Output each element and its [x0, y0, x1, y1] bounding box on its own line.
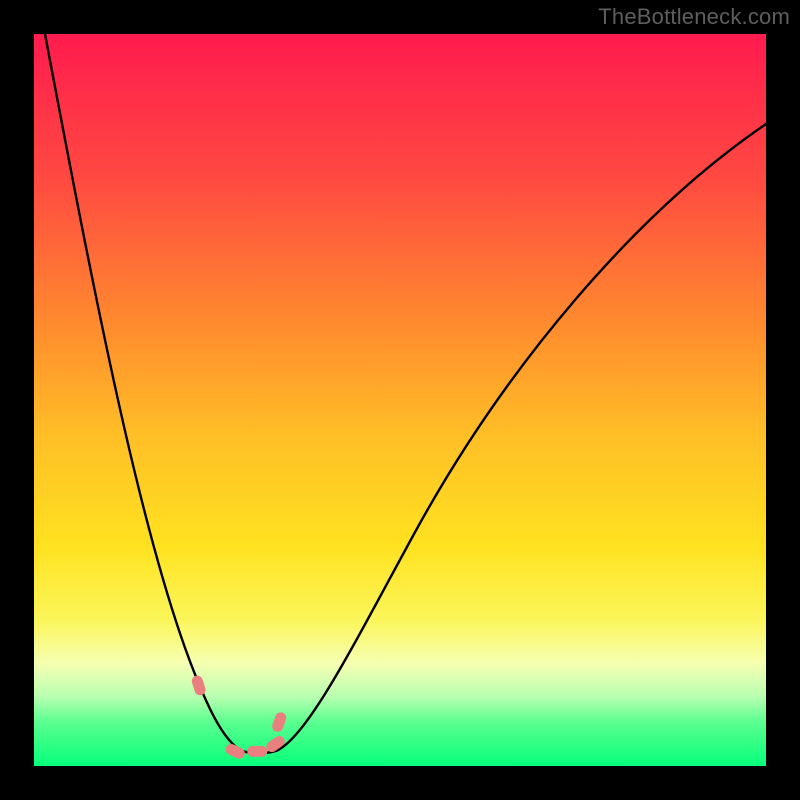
plot-svg	[34, 34, 766, 766]
curve-marker	[247, 746, 267, 757]
chart-frame: TheBottleneck.com	[0, 0, 800, 800]
plot-area	[34, 34, 766, 766]
watermark-text: TheBottleneck.com	[598, 4, 790, 30]
gradient-background	[34, 34, 766, 766]
